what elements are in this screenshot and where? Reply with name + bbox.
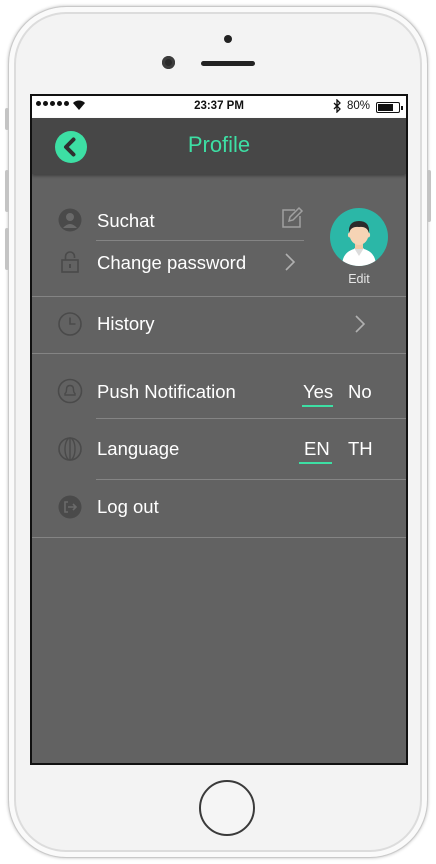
logout-icon	[58, 495, 82, 519]
home-button[interactable]	[199, 780, 255, 836]
lock-icon	[61, 251, 79, 273]
app-header: Profile	[32, 118, 406, 174]
user-avatar-icon	[342, 221, 376, 266]
user-icon	[58, 208, 82, 232]
menu-item-history[interactable]: History	[32, 297, 406, 353]
section-divider	[32, 353, 406, 354]
clock-icon	[58, 312, 82, 336]
volume-up-button	[5, 170, 9, 212]
push-notification-no-option[interactable]: No	[348, 381, 372, 403]
mute-switch	[5, 108, 9, 130]
language-en-option[interactable]: EN	[304, 438, 330, 460]
status-bar: 23:37 PM 80%	[32, 96, 406, 118]
change-password-link[interactable]: Change password	[97, 252, 246, 274]
section-divider	[96, 418, 406, 419]
power-button	[427, 170, 431, 222]
section-divider	[32, 537, 406, 538]
menu-item-push-notification: Push Notification Yes No	[32, 366, 406, 416]
battery-icon	[376, 102, 403, 113]
globe-icon	[58, 437, 82, 461]
profile-divider	[96, 240, 304, 241]
selected-indicator	[302, 405, 333, 407]
logout-button[interactable]: Log out	[32, 480, 406, 536]
front-sensor	[224, 35, 232, 43]
push-notification-label: Push Notification	[97, 381, 236, 402]
push-notification-yes-option[interactable]: Yes	[303, 381, 333, 403]
edit-avatar-button[interactable]: Edit	[330, 272, 388, 286]
history-label: History	[97, 313, 155, 334]
language-label: Language	[97, 438, 180, 459]
logout-label: Log out	[97, 496, 159, 517]
volume-down-button	[5, 228, 9, 270]
chevron-right-icon	[355, 315, 366, 333]
selected-indicator	[299, 462, 332, 464]
page-title: Profile	[187, 132, 251, 157]
avatar[interactable]	[330, 208, 388, 266]
language-th-option[interactable]: TH	[348, 438, 373, 460]
username: Suchat	[97, 210, 155, 231]
edit-username-icon[interactable]	[280, 206, 304, 230]
earpiece-speaker	[201, 61, 255, 66]
bluetooth-icon	[333, 99, 341, 113]
app-screen: 23:37 PM 80% Profile Suchat Change passw…	[30, 94, 408, 765]
menu-item-language: Language EN TH	[32, 424, 406, 474]
front-camera	[162, 56, 175, 69]
chevron-right-icon[interactable]	[282, 251, 298, 273]
bell-icon	[57, 378, 83, 404]
battery-percentage: 80%	[346, 100, 370, 112]
